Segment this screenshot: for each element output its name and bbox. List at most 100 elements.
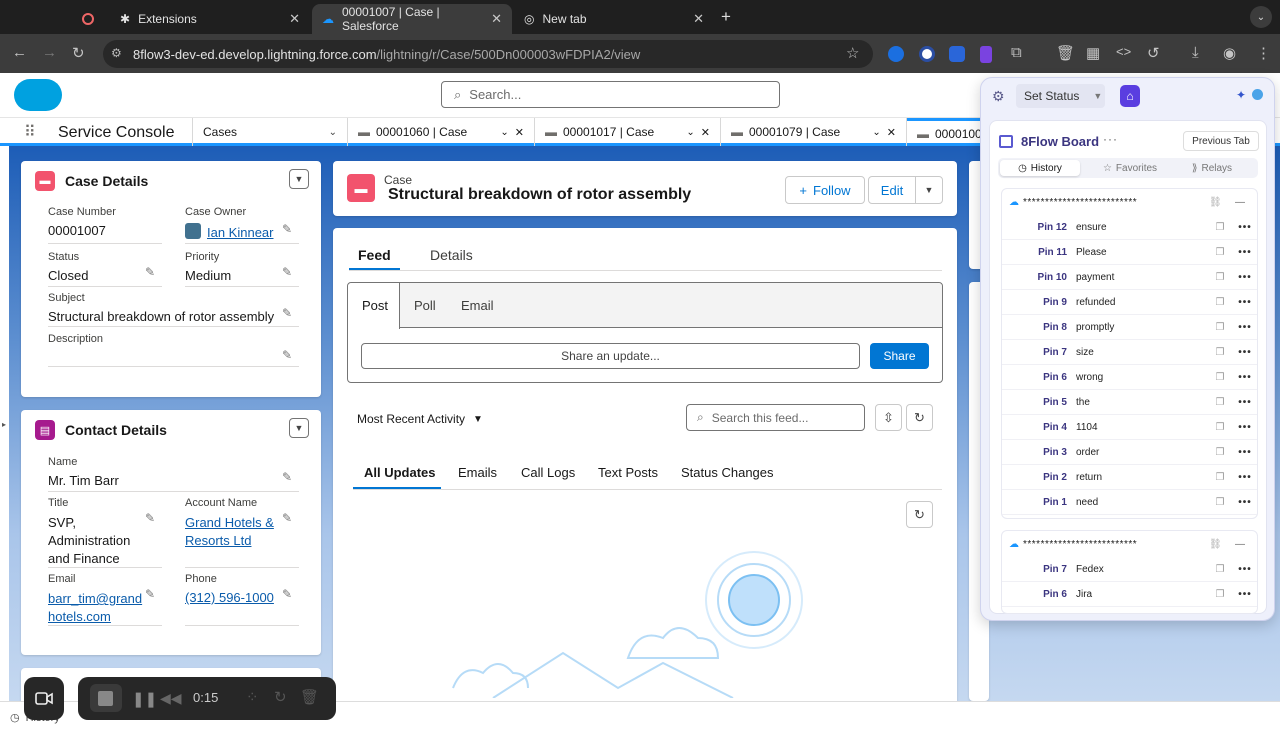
chevron-down-icon[interactable]: ⌄ bbox=[500, 127, 508, 138]
copy-icon[interactable]: ❐ bbox=[1207, 564, 1233, 575]
share-update-input[interactable]: Share an update... bbox=[361, 343, 860, 369]
pin-row[interactable]: Pin 2 return ❐ ••• bbox=[1002, 465, 1257, 490]
close-icon[interactable]: ✕ bbox=[887, 126, 896, 139]
chevron-down-icon[interactable]: ⌄ bbox=[872, 127, 880, 138]
tab-feed[interactable]: Feed bbox=[358, 247, 391, 263]
extension-icon[interactable] bbox=[949, 46, 965, 62]
chevron-down-icon[interactable]: ⌄ bbox=[686, 127, 694, 138]
settings-gear-icon[interactable]: ⚙ bbox=[992, 88, 1005, 105]
share-button[interactable]: Share bbox=[870, 343, 929, 369]
copy-icon[interactable]: ❐ bbox=[1207, 422, 1233, 433]
board-menu-icon[interactable]: ··· bbox=[1103, 132, 1118, 146]
password-manager-icon[interactable] bbox=[919, 46, 935, 62]
rewind-icon[interactable]: ◀◀ bbox=[160, 690, 182, 707]
more-icon[interactable]: ••• bbox=[1233, 447, 1257, 458]
copy-icon[interactable]: ❐ bbox=[1207, 397, 1233, 408]
pin-row[interactable]: Pin 12 ensure ❐ ••• bbox=[1002, 215, 1257, 240]
reload-icon[interactable]: ↻ bbox=[72, 44, 85, 62]
tab-relays[interactable]: ⟫ Relays bbox=[1172, 160, 1252, 176]
copy-icon[interactable]: ❐ bbox=[1207, 589, 1233, 600]
nav-menu-cases[interactable]: Cases ⌄ bbox=[192, 118, 348, 146]
profile-icon[interactable]: ◉ bbox=[1223, 44, 1236, 62]
publisher-tab-email[interactable]: Email bbox=[461, 298, 494, 313]
collapse-icon[interactable]: — bbox=[1235, 539, 1257, 550]
copy-icon[interactable]: ❐ bbox=[1207, 247, 1233, 258]
close-icon[interactable]: ✕ bbox=[701, 126, 710, 139]
edit-pencil-icon[interactable]: ✎ bbox=[282, 306, 292, 320]
pin-row[interactable]: Pin 11 Please ❐ ••• bbox=[1002, 240, 1257, 265]
address-bar[interactable]: ⚙ 8flow3-dev-ed.develop.lightning.force.… bbox=[103, 40, 873, 68]
more-icon[interactable]: ••• bbox=[1233, 222, 1257, 233]
camera-button[interactable] bbox=[24, 677, 64, 720]
case-owner-link[interactable]: Ian Kinnear bbox=[207, 225, 274, 240]
pin-row[interactable]: Pin 3 order ❐ ••• bbox=[1002, 440, 1257, 465]
filter-status-changes[interactable]: Status Changes bbox=[681, 465, 774, 480]
console-tab[interactable]: ▬ 00001060 | Case ⌄ ✕ bbox=[348, 118, 535, 146]
previous-tab-button[interactable]: Previous Tab bbox=[1183, 131, 1259, 151]
download-icon[interactable]: ⤓ bbox=[1192, 44, 1199, 61]
link-icon[interactable]: ⛓ bbox=[1209, 197, 1231, 208]
phone-link[interactable]: (312) 596-1000 bbox=[185, 590, 274, 605]
pin-row[interactable]: Pin 9 refunded ❐ ••• bbox=[1002, 290, 1257, 315]
menu-kebab-icon[interactable]: ⋮ bbox=[1256, 44, 1271, 62]
pin-row[interactable]: Pin 7 Fedex ❐ ••• bbox=[1002, 557, 1257, 582]
close-icon[interactable]: ✕ bbox=[515, 126, 524, 139]
pause-icon[interactable]: ❚❚ bbox=[132, 690, 157, 708]
pin-row[interactable]: Pin 8 promptly ❐ ••• bbox=[1002, 315, 1257, 340]
collapse-icon[interactable]: — bbox=[1235, 197, 1257, 208]
filter-call-logs[interactable]: Call Logs bbox=[521, 465, 575, 480]
copy-icon[interactable]: ❐ bbox=[1207, 497, 1233, 508]
sort-dropdown[interactable]: Most Recent Activity ▼ bbox=[357, 412, 483, 426]
edit-pencil-icon[interactable]: ✎ bbox=[145, 265, 155, 279]
edit-pencil-icon[interactable]: ✎ bbox=[282, 222, 292, 236]
more-icon[interactable]: ••• bbox=[1233, 589, 1257, 600]
tab-search-icon[interactable]: ⌄ bbox=[1250, 6, 1272, 28]
publisher-tab-post[interactable]: Post bbox=[362, 298, 388, 313]
edit-pencil-icon[interactable]: ✎ bbox=[145, 587, 155, 601]
8flow-logo-icon[interactable]: ⌂ bbox=[1120, 85, 1140, 107]
follow-button[interactable]: + Follow bbox=[785, 176, 865, 204]
app-launcher-icon[interactable]: ⠿ bbox=[24, 122, 36, 142]
more-icon[interactable]: ••• bbox=[1233, 297, 1257, 308]
more-icon[interactable]: ••• bbox=[1233, 322, 1257, 333]
devtools-icon[interactable]: <> bbox=[1116, 44, 1131, 59]
edit-button[interactable]: Edit bbox=[868, 176, 916, 204]
delete-icon[interactable]: 🗑 bbox=[300, 688, 319, 706]
more-icon[interactable]: ••• bbox=[1233, 564, 1257, 575]
console-tab[interactable]: ▬ 00001017 | Case ⌄ ✕ bbox=[535, 118, 721, 146]
copy-icon[interactable]: ❐ bbox=[1207, 297, 1233, 308]
card-menu-button[interactable]: ▼ bbox=[289, 418, 309, 438]
refresh-updates-button[interactable]: ↻ bbox=[906, 501, 933, 528]
more-icon[interactable]: ••• bbox=[1233, 397, 1257, 408]
more-icon[interactable]: ••• bbox=[1233, 372, 1257, 383]
copy-icon[interactable]: ❐ bbox=[1207, 222, 1233, 233]
search-feed-input[interactable]: ⌕ Search this feed... bbox=[686, 404, 865, 431]
refresh-feed-button[interactable]: ↻ bbox=[906, 404, 933, 431]
history-icon[interactable]: ↺ bbox=[1147, 44, 1160, 62]
pin-row[interactable]: Pin 5 the ❐ ••• bbox=[1002, 390, 1257, 415]
filter-text-posts[interactable]: Text Posts bbox=[598, 465, 658, 480]
forward-icon[interactable]: → bbox=[42, 44, 57, 61]
site-info-icon[interactable]: ⚙ bbox=[111, 46, 122, 60]
restart-icon[interactable]: ↻ bbox=[274, 688, 287, 706]
more-icon[interactable]: ••• bbox=[1233, 472, 1257, 483]
more-icon[interactable]: ••• bbox=[1233, 247, 1257, 258]
copy-icon[interactable]: ❐ bbox=[1207, 272, 1233, 283]
link-icon[interactable]: ⛓ bbox=[1209, 539, 1231, 550]
global-search-input[interactable]: ⌕ Search... bbox=[441, 81, 780, 108]
collapse-feed-button[interactable]: ⇳ bbox=[875, 404, 902, 431]
edit-pencil-icon[interactable]: ✎ bbox=[282, 587, 292, 601]
bookmark-star-icon[interactable]: ☆ bbox=[846, 44, 859, 62]
tab-favorites[interactable]: ☆ Favorites bbox=[1090, 160, 1170, 176]
tab-history[interactable]: ◷ History bbox=[1000, 160, 1080, 176]
expand-panel-icon[interactable]: ▸ bbox=[2, 420, 6, 429]
edit-pencil-icon[interactable]: ✎ bbox=[282, 265, 292, 279]
drag-handle-icon[interactable]: ⁘ bbox=[246, 688, 259, 706]
edit-pencil-icon[interactable]: ✎ bbox=[145, 511, 155, 525]
copy-icon[interactable]: ❐ bbox=[1207, 322, 1233, 333]
publisher-tab-poll[interactable]: Poll bbox=[414, 298, 436, 313]
extension-icon[interactable] bbox=[888, 46, 904, 62]
copy-icon[interactable]: ❐ bbox=[1207, 472, 1233, 483]
close-icon[interactable]: ✕ bbox=[289, 11, 300, 27]
edit-pencil-icon[interactable]: ✎ bbox=[282, 511, 292, 525]
